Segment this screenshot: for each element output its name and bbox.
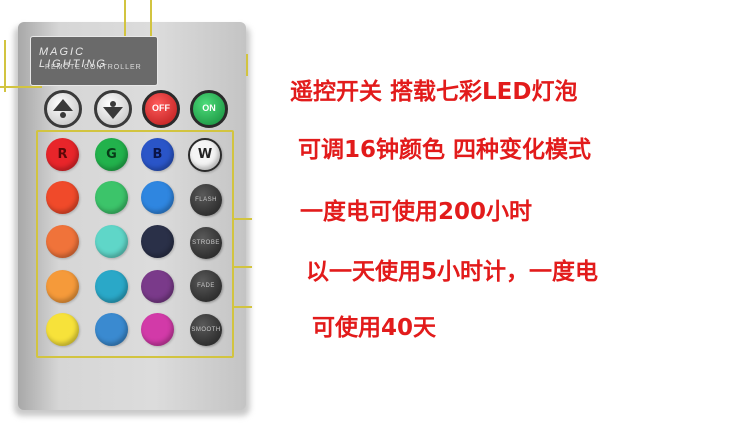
remote-header: MAGIC LIGHTING REMOTE CONTROLLER (30, 36, 158, 86)
guide-line (150, 0, 152, 36)
subtitle-label: REMOTE CONTROLLER (45, 64, 142, 71)
swatch-button[interactable] (46, 270, 79, 303)
guide-line (232, 266, 252, 268)
off-button[interactable]: OFF (142, 90, 180, 128)
brightness-down-icon (103, 101, 123, 119)
guide-line (124, 0, 126, 36)
description-line: 一度电可使用200小时 (300, 199, 533, 225)
description-line: 以一天使用5小时计，一度电 (306, 259, 599, 285)
green-label: G (106, 147, 117, 162)
swatch-button[interactable] (46, 313, 79, 346)
description-line: 可使用40天 (312, 315, 437, 341)
swatch-button[interactable] (46, 181, 79, 214)
on-label: ON (202, 103, 216, 113)
brightness-up-icon (53, 99, 73, 118)
guide-line (232, 218, 252, 220)
swatch-button[interactable] (95, 270, 128, 303)
on-button[interactable]: ON (190, 90, 228, 128)
swatch-button[interactable] (95, 313, 128, 346)
swatch-button[interactable] (46, 225, 79, 258)
guide-line (4, 40, 6, 92)
fade-label: FADE (197, 283, 215, 289)
blue-button[interactable]: B (141, 138, 174, 171)
fade-button[interactable]: FADE (190, 270, 222, 302)
blue-label: B (152, 147, 163, 162)
off-label: OFF (152, 103, 170, 113)
description-line: 可调16钟颜色 四种变化模式 (298, 137, 592, 163)
strobe-button[interactable]: STROBE (190, 227, 222, 259)
swatch-button[interactable] (141, 313, 174, 346)
smooth-label: SMOOTH (191, 327, 221, 333)
swatch-button[interactable] (95, 181, 128, 214)
description-line: 遥控开关 搭载七彩LED灯泡 (290, 79, 578, 105)
strobe-label: STROBE (192, 240, 220, 246)
green-button[interactable]: G (95, 138, 128, 171)
flash-button[interactable]: FLASH (190, 184, 222, 216)
swatch-button[interactable] (95, 225, 128, 258)
flash-label: FLASH (195, 197, 217, 203)
swatch-button[interactable] (141, 225, 174, 258)
white-label: W (197, 147, 213, 162)
swatch-button[interactable] (141, 181, 174, 214)
red-label: R (57, 147, 68, 162)
brightness-up-button[interactable] (44, 90, 82, 128)
red-button[interactable]: R (46, 138, 79, 171)
brightness-down-button[interactable] (94, 90, 132, 128)
guide-line (246, 54, 248, 76)
white-button[interactable]: W (188, 138, 222, 172)
swatch-button[interactable] (141, 270, 174, 303)
smooth-button[interactable]: SMOOTH (190, 314, 222, 346)
guide-line (0, 86, 42, 88)
guide-line (232, 306, 252, 308)
